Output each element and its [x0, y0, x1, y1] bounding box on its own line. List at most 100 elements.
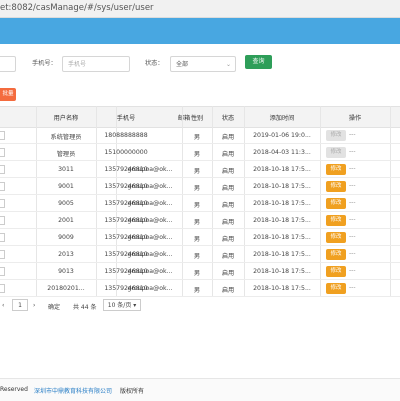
- row-checkbox[interactable]: [0, 250, 5, 259]
- cell-name: 9009: [58, 234, 74, 241]
- cell-status: 启用: [221, 236, 235, 243]
- batch-delete-button[interactable]: 批量删除: [0, 88, 16, 101]
- edit-button[interactable]: 修改: [326, 283, 346, 294]
- row-checkbox[interactable]: [0, 148, 5, 157]
- row-checkbox[interactable]: [0, 267, 5, 276]
- more-actions[interactable]: ---: [349, 284, 356, 291]
- cell-email: groupoa@ok...: [127, 183, 173, 190]
- cell-name: 2013: [58, 251, 74, 258]
- cell-gender: 男: [193, 202, 201, 209]
- more-actions[interactable]: ---: [349, 199, 356, 206]
- cell-name: 2001: [58, 217, 74, 224]
- cell-email: groupoa@ok...: [127, 251, 173, 258]
- prev-page-icon[interactable]: ‹: [2, 302, 4, 309]
- more-actions[interactable]: ---: [349, 267, 356, 274]
- phone-input[interactable]: 手机号: [62, 56, 130, 72]
- cell-time: 2018-04-03 11:3...: [253, 149, 311, 156]
- next-page-icon[interactable]: ›: [33, 302, 35, 309]
- table-row: 9005 13579246810 groupoa@ok... 男启用 2018-10-1…: [0, 195, 400, 212]
- edit-button[interactable]: 修改: [326, 164, 346, 175]
- status-select[interactable]: 全部 ⌄: [170, 56, 236, 72]
- content-blank-area: [0, 316, 400, 376]
- top-header-band: [0, 18, 400, 44]
- cell-gender: 男: [193, 236, 201, 243]
- table-row: 9001 13579246810 groupoa@ok... 男启用 2018-10-1…: [0, 178, 400, 195]
- cell-time: 2018-10-18 17:5...: [253, 183, 311, 190]
- cell-time: 2019-01-06 19:0...: [253, 132, 311, 139]
- phone-label: 手机号：: [32, 60, 57, 67]
- url-text: et:8082/casManage/#/sys/user/user: [0, 3, 154, 13]
- row-checkbox[interactable]: [0, 131, 5, 140]
- cell-status: 启用: [221, 202, 235, 209]
- edit-button[interactable]: 修改: [326, 181, 346, 192]
- cell-name: 9013: [58, 268, 74, 275]
- cell-email: groupoa@ok...: [127, 200, 173, 207]
- cell-time: 2018-10-18 17:5...: [253, 217, 311, 224]
- cell-email: groupoa@ok...: [127, 166, 173, 173]
- cell-time: 2018-10-18 17:5...: [253, 251, 311, 258]
- cell-name: 3011: [58, 166, 74, 173]
- table-row: 9009 13579246810 groupoa@ok... 男启用 2018-10-1…: [0, 229, 400, 246]
- cell-status: 启用: [221, 253, 235, 260]
- more-actions[interactable]: ---: [349, 165, 356, 172]
- footer-company-link[interactable]: 深圳市中鼎教育科技有限公司: [34, 386, 112, 395]
- page-number-input[interactable]: 1: [12, 299, 28, 311]
- filter-bar: 手机号： 手机号 状态： 全部 ⌄: [0, 49, 400, 73]
- row-checkbox[interactable]: [0, 182, 5, 191]
- row-checkbox[interactable]: [0, 216, 5, 225]
- browser-url-bar[interactable]: et:8082/casManage/#/sys/user/user: [0, 0, 400, 18]
- more-actions[interactable]: ---: [349, 182, 356, 189]
- cell-time: 2018-10-18 17:5...: [253, 200, 311, 207]
- table-row: 20180201... 13579246810 groupoa@ok... 男启用 20…: [0, 280, 400, 297]
- cell-time: 2018-10-18 17:5...: [253, 285, 311, 292]
- cell-status: 启用: [221, 270, 235, 277]
- row-checkbox[interactable]: [0, 165, 5, 174]
- cell-time: 2018-10-18 17:5...: [253, 166, 311, 173]
- more-actions[interactable]: ---: [349, 216, 356, 223]
- edit-button[interactable]: 修改: [326, 215, 346, 226]
- cell-status: 启用: [221, 168, 235, 175]
- more-actions[interactable]: ---: [349, 131, 356, 138]
- edit-button[interactable]: 修改: [326, 232, 346, 243]
- cell-gender: 男: [193, 287, 201, 294]
- table-row: 管理员 15100000000 男 启用 2018-04-03 11:3... 修改 ---: [0, 144, 400, 161]
- cell-gender: 男: [193, 134, 201, 141]
- table-row: 2001 13579246810 groupoa@ok... 男启用 2018-10-1…: [0, 212, 400, 229]
- table-row: 2013 13579246810 groupoa@ok... 男启用 2018-10-1…: [0, 246, 400, 263]
- edit-button[interactable]: 修改: [326, 147, 346, 158]
- row-checkbox[interactable]: [0, 199, 5, 208]
- cell-email: groupoa@ok...: [127, 234, 173, 241]
- search-button[interactable]: 查询: [245, 55, 272, 69]
- col-added-time: 添加时间: [269, 115, 295, 122]
- cell-name: 20180201...: [47, 285, 85, 292]
- more-actions[interactable]: ---: [349, 250, 356, 257]
- footer-reserved: Reserved: [0, 386, 28, 393]
- cell-email: groupoa@ok...: [127, 268, 173, 275]
- username-input[interactable]: [0, 56, 16, 72]
- confirm-page-button[interactable]: 确定: [48, 302, 60, 311]
- table-row: 系统管理员 18088888888 男 启用 2019-01-06 19:0... 修改 -…: [0, 127, 400, 144]
- col-status: 状态: [221, 115, 235, 122]
- edit-button[interactable]: 修改: [326, 130, 346, 141]
- more-actions[interactable]: ---: [349, 233, 356, 240]
- cell-time: 2018-10-18 17:5...: [253, 234, 311, 241]
- cell-status: 启用: [221, 185, 235, 192]
- cell-name: 系统管理员: [50, 134, 82, 141]
- cell-name: 9005: [58, 200, 74, 207]
- edit-button[interactable]: 修改: [326, 266, 346, 277]
- more-actions[interactable]: ---: [349, 148, 356, 155]
- cell-name: 管理员: [56, 151, 76, 158]
- cell-status: 启用: [221, 219, 235, 226]
- chevron-down-icon: ⌄: [225, 61, 231, 68]
- row-checkbox[interactable]: [0, 284, 5, 293]
- edit-button[interactable]: 修改: [326, 249, 346, 260]
- cell-email: groupoa@ok...: [127, 285, 173, 292]
- edit-button[interactable]: 修改: [326, 198, 346, 209]
- footer: Reserved 深圳市中鼎教育科技有限公司 版权所有: [0, 378, 400, 401]
- cell-gender: 男: [193, 270, 201, 277]
- cell-phone: 18088888888: [104, 132, 148, 139]
- row-checkbox[interactable]: [0, 233, 5, 242]
- page-size-select[interactable]: 10 条/页 ▾: [103, 299, 141, 311]
- cell-status: 启用: [221, 134, 235, 141]
- cell-name: 9001: [58, 183, 74, 190]
